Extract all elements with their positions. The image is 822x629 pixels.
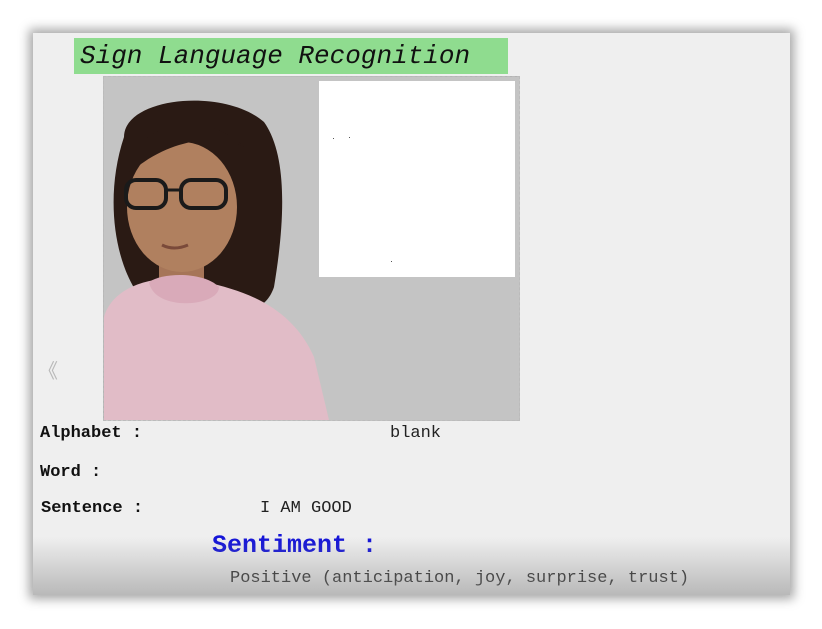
roi-speck — [391, 261, 392, 262]
word-label: Word : — [40, 463, 102, 482]
sentence-label: Sentence : — [41, 499, 144, 518]
app-window: Sign Language Recognition 《 Alphabet: b… — [33, 33, 790, 595]
alphabet-value: blank — [390, 424, 442, 443]
back-arrow-icon[interactable]: 《 — [38, 355, 58, 384]
hand-roi-box — [319, 81, 515, 277]
roi-speck — [333, 138, 334, 139]
roi-speck — [349, 137, 350, 138]
app-title: Sign Language Recognition — [74, 38, 508, 74]
sentiment-value: Positive (anticipation, joy, surprise, t… — [230, 569, 690, 588]
sentence-value: I AM GOOD — [260, 499, 352, 518]
alphabet-label: Alphabet : — [40, 424, 143, 443]
sentiment-label: Sentiment : — [212, 531, 378, 560]
camera-feed — [103, 76, 520, 421]
